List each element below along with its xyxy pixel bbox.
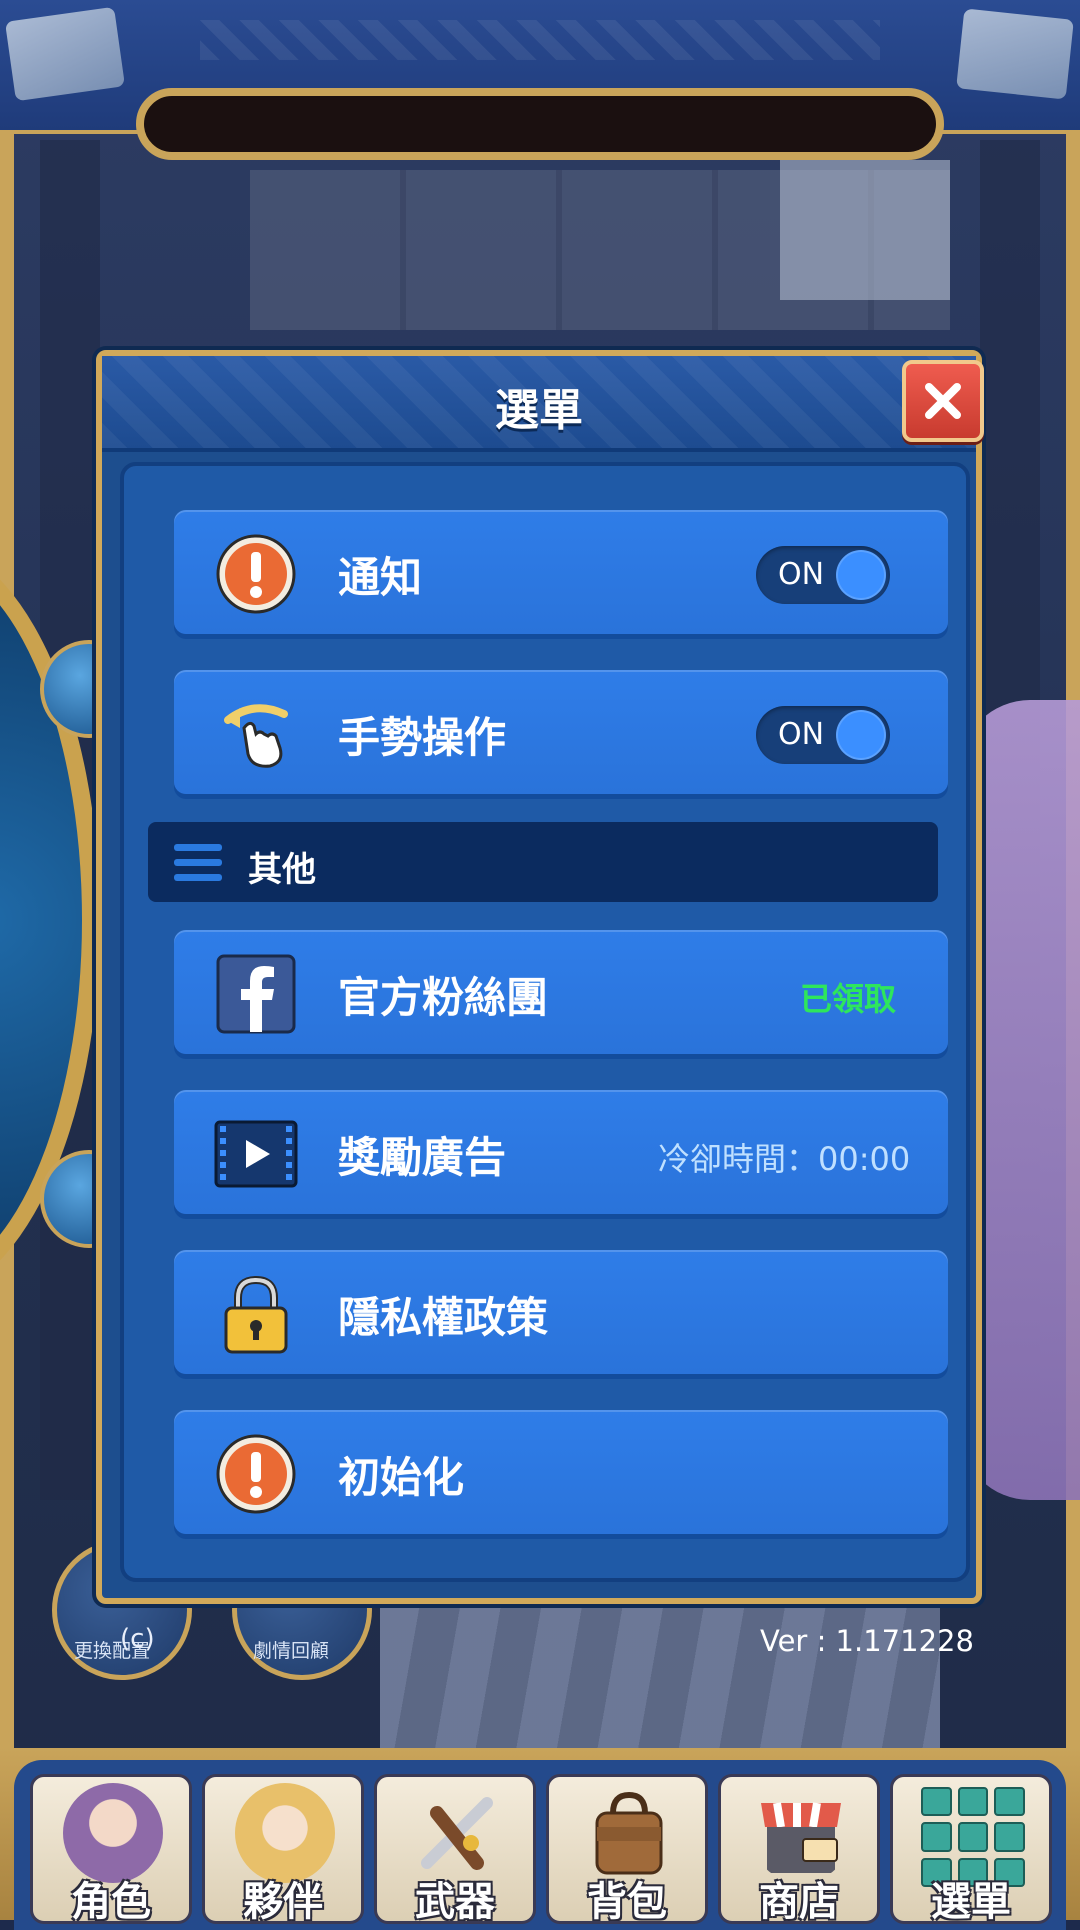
shop-icon [761, 1802, 841, 1873]
window [780, 160, 950, 300]
title-bar [136, 88, 944, 160]
reward-ad-label: 獎勵廣告 [338, 1133, 507, 1182]
dialog-title: 選單 [495, 385, 583, 436]
character-icon [63, 1783, 163, 1883]
gesture-row[interactable]: 手勢操作 ON [174, 670, 948, 794]
nav-companion[interactable]: 夥伴 [202, 1774, 364, 1924]
nav-menu[interactable]: 選單 [890, 1774, 1052, 1924]
nav-label: 夥伴 [243, 1879, 323, 1924]
nav-label: 商店 [759, 1879, 839, 1924]
alert-icon [216, 1434, 296, 1514]
gesture-icon [224, 704, 288, 768]
notification-row[interactable]: 通知 ON [174, 510, 948, 634]
nav-label: 角色 [71, 1879, 151, 1924]
nav-shop[interactable]: 商店 [718, 1774, 880, 1924]
privacy-policy-row[interactable]: 隱私權政策 [174, 1250, 948, 1374]
letter-scroll-icon[interactable] [956, 8, 1074, 100]
gesture-toggle[interactable]: ON [756, 706, 890, 764]
bottom-nav-inner: 角色 夥伴 武器 背包 商店 選單 [14, 1760, 1066, 1930]
toggle-state: ON [778, 557, 825, 592]
version-label: Ver : 1.171228 [760, 1624, 974, 1658]
gesture-label: 手勢操作 [338, 713, 507, 762]
section-label: 其他 [248, 850, 316, 890]
toggle-knob [838, 712, 884, 758]
claimed-status: 已領取 [800, 980, 897, 1018]
close-icon [925, 383, 961, 419]
cooldown-status: 冷卻時間：00:00 [658, 1140, 911, 1178]
bottom-nav: 角色 夥伴 武器 背包 商店 選單 [0, 1748, 1080, 1930]
reward-ad-row[interactable]: 獎勵廣告 冷卻時間：00:00 [174, 1090, 948, 1214]
companion-icon [235, 1783, 335, 1883]
nav-label: 背包 [587, 1879, 667, 1924]
bag-icon [595, 1791, 663, 1875]
facebook-icon [216, 954, 296, 1034]
lock-icon [224, 1275, 288, 1354]
nav-bag[interactable]: 背包 [546, 1774, 708, 1924]
privacy-policy-label: 隱私權政策 [338, 1293, 549, 1342]
nav-label: 選單 [931, 1879, 1011, 1924]
dialog-header: 選單 [102, 356, 976, 452]
nav-weapon[interactable]: 武器 [374, 1774, 536, 1924]
list-icon [174, 844, 222, 882]
quest-scroll-icon[interactable] [4, 6, 126, 102]
fanpage-row[interactable]: 官方粉絲團 已領取 [174, 930, 948, 1054]
notification-toggle[interactable]: ON [756, 546, 890, 604]
notification-label: 通知 [338, 553, 423, 602]
toggle-state: ON [778, 717, 825, 752]
menu-dialog: 選單 通知 ON 手勢操作 ON 其他 官方粉絲團 已領取 獎勵廣告 冷卻時間：… [96, 350, 984, 1604]
menu-panel: 通知 ON 手勢操作 ON 其他 官方粉絲團 已領取 獎勵廣告 冷卻時間：00:… [120, 462, 970, 1582]
story-review-label: 劇情回顧 [253, 1640, 330, 1662]
nav-character[interactable]: 角色 [30, 1774, 192, 1924]
alert-icon [216, 534, 296, 614]
reset-label: 初始化 [338, 1453, 465, 1502]
section-header-other: 其他 [148, 822, 938, 902]
copyright-mark: (c) [120, 1624, 155, 1654]
fanpage-label: 官方粉絲團 [338, 973, 549, 1022]
toggle-knob [838, 552, 884, 598]
reset-row[interactable]: 初始化 [174, 1410, 948, 1534]
weapon-icon [421, 1797, 493, 1870]
video-play-icon [214, 1120, 298, 1188]
close-button[interactable] [902, 360, 984, 442]
nav-label: 武器 [415, 1879, 495, 1924]
